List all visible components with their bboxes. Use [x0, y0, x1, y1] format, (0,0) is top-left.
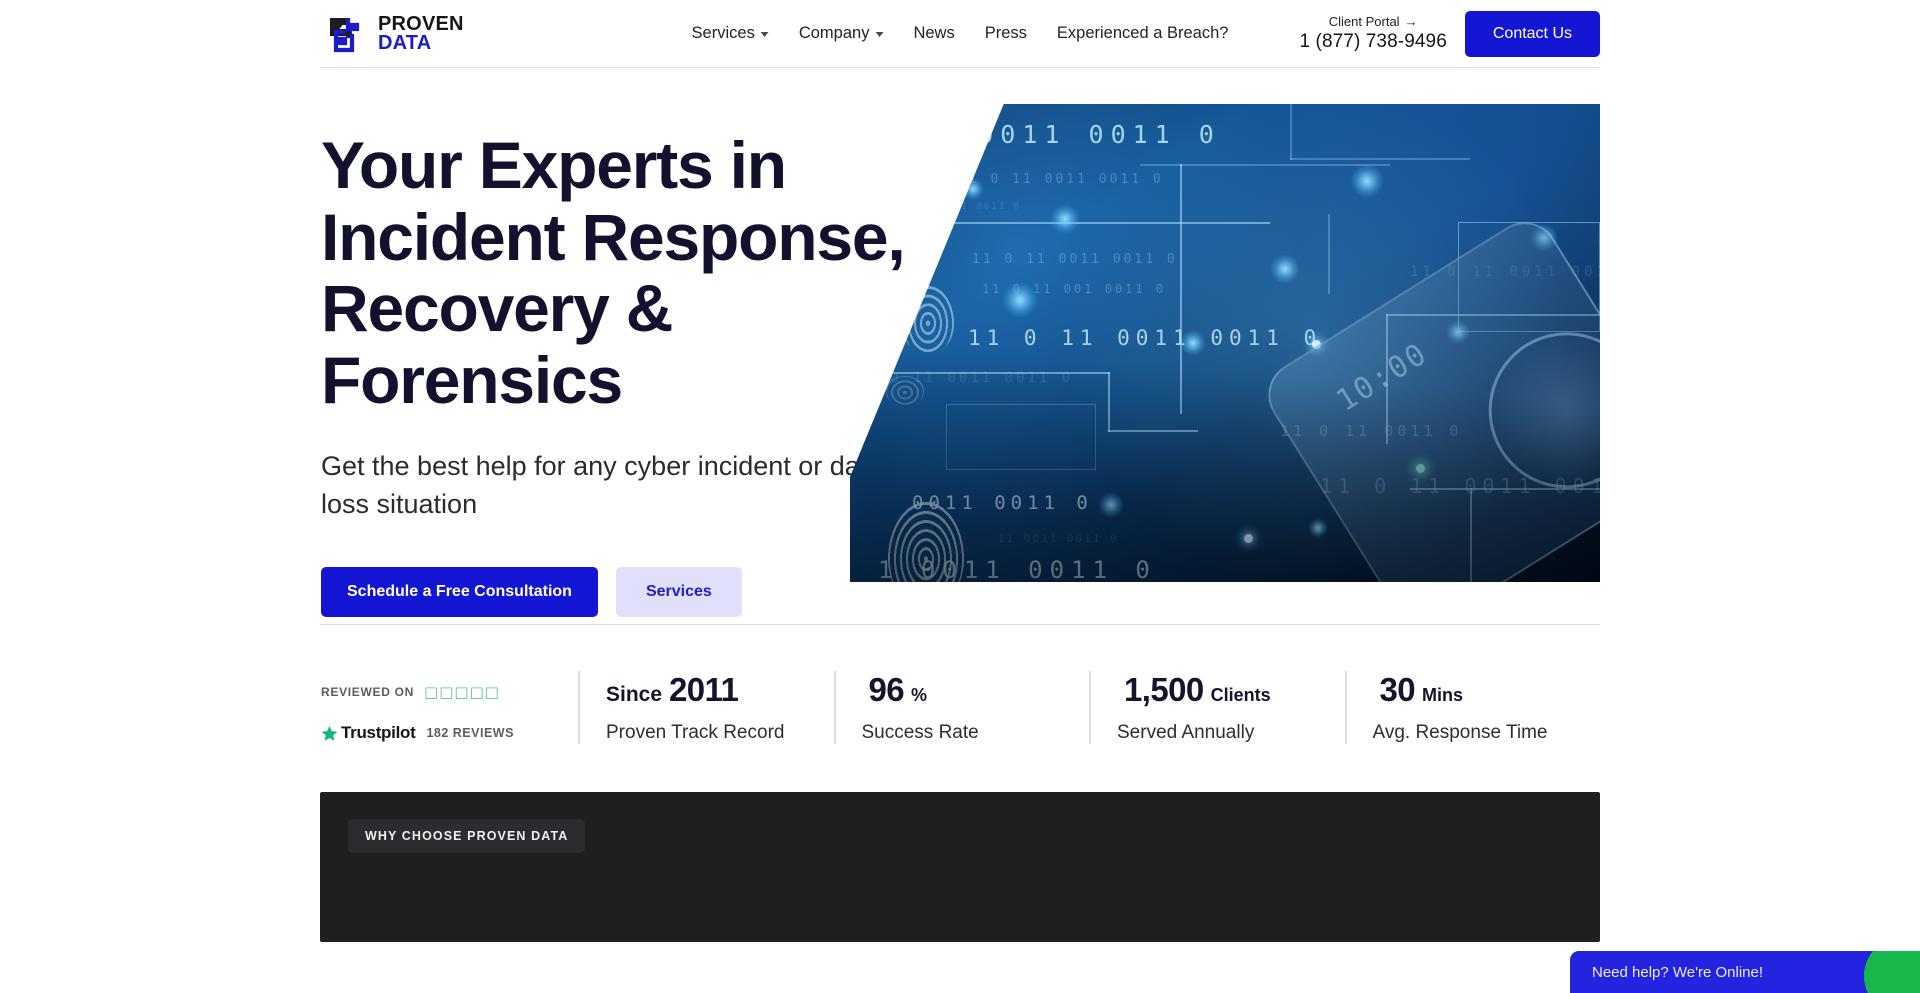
trustpilot-badge[interactable]: REVIEWED ON □□□□□ Trustpilot 182 REVIEWS: [320, 671, 578, 743]
stat-value: 1,500: [1124, 671, 1204, 708]
stat-unit: Clients: [1210, 685, 1271, 705]
trustpilot-brand-row: Trustpilot 182 REVIEWS: [321, 723, 578, 743]
nav-label-company: Company: [798, 24, 870, 42]
services-button[interactable]: Services: [615, 566, 742, 617]
trustpilot-star-icon: [321, 725, 338, 741]
reviewed-on-label: REVIEWED ON: [321, 685, 415, 699]
header-contact-stack: Client Portal → 1 (877) 738-9496: [1299, 14, 1446, 53]
hero-image-vignette: [850, 104, 1600, 582]
stat-proven-track-record: Since 2011 Proven Track Record: [578, 671, 834, 744]
site-logo[interactable]: PROVEN DATA: [328, 12, 464, 54]
trustpilot-logo: Trustpilot: [321, 723, 416, 743]
stat-value-row: 96 %: [862, 671, 1090, 709]
trustpilot-review-count: 182 REVIEWS: [426, 726, 514, 740]
phone-number[interactable]: 1 (877) 738-9496: [1299, 31, 1446, 53]
nav-item-company[interactable]: Company: [799, 24, 884, 43]
shield-logo-icon: [330, 17, 360, 52]
stat-value: 96: [868, 671, 905, 708]
stat-label: Proven Track Record: [606, 722, 785, 743]
hero-subtitle: Get the best help for any cyber incident…: [321, 451, 883, 519]
stat-clients-served: 1,500 Clients Served Annually: [1089, 671, 1345, 744]
stat-value-row: 30 Mins: [1373, 671, 1601, 709]
hero-image: 0 11 0011 0011 0 11 0 11 0011 0011 0 11 …: [850, 104, 1600, 582]
trustpilot-brand-name: Trustpilot: [341, 723, 416, 742]
section-eyebrow-badge: WHY CHOOSE PROVEN DATA: [348, 819, 586, 853]
stat-label: Served Annually: [1117, 722, 1255, 743]
stat-unit: %: [911, 685, 928, 705]
nav-item-press[interactable]: Press: [985, 24, 1027, 43]
why-choose-section: WHY CHOOSE PROVEN DATA: [320, 792, 1600, 942]
main-navigation: Services Company News Press Experienced …: [692, 24, 1229, 43]
hero-section: Your Experts in Incident Response, Recov…: [320, 68, 1600, 624]
stat-label: Success Rate: [861, 722, 979, 743]
stat-value: 30: [1379, 671, 1416, 708]
chat-online-status-icon: [1864, 951, 1920, 993]
chat-widget[interactable]: Need help? We're Online!: [1570, 951, 1920, 993]
stat-response-time: 30 Mins Avg. Response Time: [1344, 671, 1601, 744]
nav-item-services[interactable]: Services: [692, 24, 769, 43]
chat-widget-label: Need help? We're Online!: [1592, 963, 1764, 981]
stat-value: 2011: [669, 671, 739, 708]
nav-item-experienced-a-breach[interactable]: Experienced a Breach?: [1057, 24, 1229, 43]
stat-success-rate: 96 % Success Rate: [833, 671, 1090, 744]
stat-label: Avg. Response Time: [1372, 722, 1548, 743]
nav-label-experienced-a-breach: Experienced a Breach?: [1056, 24, 1229, 42]
schedule-consultation-button[interactable]: Schedule a Free Consultation: [321, 566, 598, 617]
chevron-down-icon: [760, 32, 769, 37]
logo-wordmark: PROVEN DATA: [378, 12, 464, 54]
logo-line-1: PROVEN: [378, 12, 464, 35]
trustpilot-rating-row: REVIEWED ON □□□□□: [321, 683, 578, 701]
stat-value-row: Since 2011: [606, 671, 834, 709]
stat-prefix: Since: [606, 683, 663, 706]
stat-unit: Mins: [1422, 685, 1464, 705]
site-header: PROVEN DATA Services Company News Press …: [320, 0, 1600, 68]
nav-label-press: Press: [984, 24, 1027, 42]
client-portal-label: Client Portal: [1328, 14, 1400, 29]
chevron-down-icon: [875, 32, 884, 37]
arrow-right-icon: →: [1404, 14, 1418, 29]
stat-value-row: 1,500 Clients: [1117, 671, 1345, 709]
hero-image-graphic: 0 11 0011 0011 0 11 0 11 0011 0011 0 11 …: [850, 104, 1600, 582]
nav-label-news: News: [913, 24, 955, 42]
logo-line-2: DATA: [378, 31, 432, 54]
page-root: PROVEN DATA Services Company News Press …: [0, 0, 1920, 993]
header-actions: Client Portal → 1 (877) 738-9496 Contact…: [1299, 10, 1600, 57]
client-portal-link[interactable]: Client Portal →: [1329, 14, 1418, 29]
star-rating-icon: □□□□□: [424, 683, 500, 701]
stats-bar: REVIEWED ON □□□□□ Trustpilot 182 REVIEWS…: [320, 625, 1600, 744]
page-title: Your Experts in Incident Response, Recov…: [321, 128, 906, 417]
nav-label-services: Services: [691, 24, 755, 42]
nav-item-news[interactable]: News: [913, 24, 954, 43]
contact-us-button[interactable]: Contact Us: [1464, 10, 1600, 57]
